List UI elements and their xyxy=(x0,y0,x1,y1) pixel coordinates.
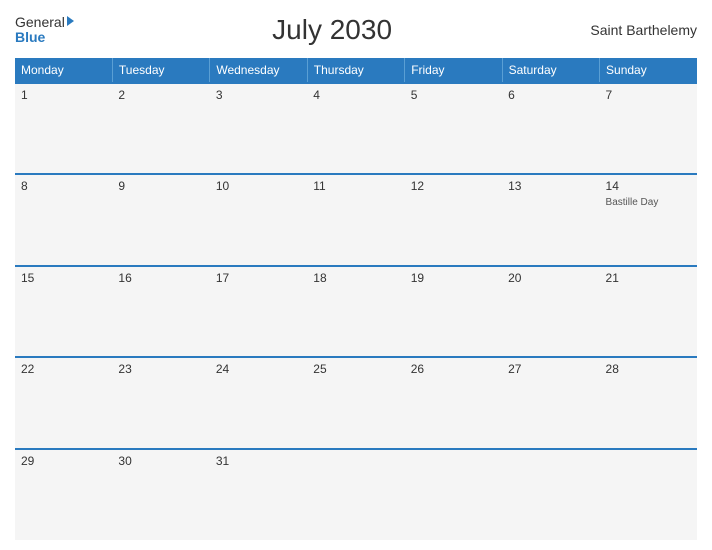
calendar-cell: 13 xyxy=(502,174,599,265)
day-number: 2 xyxy=(118,88,203,102)
calendar-region: Saint Barthelemy xyxy=(590,22,697,38)
day-number: 17 xyxy=(216,271,301,285)
calendar-week-row: 1234567 xyxy=(15,83,697,174)
calendar-container: General Blue July 2030 Saint Barthelemy … xyxy=(0,0,712,550)
calendar-body: 1234567891011121314Bastille Day151617181… xyxy=(15,83,697,540)
calendar-cell: 20 xyxy=(502,266,599,357)
calendar-cell: 21 xyxy=(600,266,697,357)
calendar-cell: 15 xyxy=(15,266,112,357)
day-number: 25 xyxy=(313,362,398,376)
logo-general-text: General xyxy=(15,15,65,30)
day-number: 21 xyxy=(606,271,691,285)
event-label: Bastille Day xyxy=(606,196,691,209)
calendar-cell: 29 xyxy=(15,449,112,540)
calendar-header: General Blue July 2030 Saint Barthelemy xyxy=(15,10,697,50)
day-number: 13 xyxy=(508,179,593,193)
day-number: 19 xyxy=(411,271,496,285)
calendar-cell: 24 xyxy=(210,357,307,448)
calendar-week-row: 22 23 24 25 26 27 28 xyxy=(15,357,697,448)
calendar-cell: 26 xyxy=(405,357,502,448)
weekday-header-monday: Monday xyxy=(15,58,112,83)
weekday-header-sunday: Sunday xyxy=(600,58,697,83)
day-number: 11 xyxy=(313,179,398,193)
day-number: 5 xyxy=(411,88,496,102)
calendar-cell: 4 xyxy=(307,83,404,174)
calendar-week-row: 15 16 17 18 19 20 21 xyxy=(15,266,697,357)
calendar-title: July 2030 xyxy=(74,14,591,46)
calendar-cell: 19 xyxy=(405,266,502,357)
day-number: 24 xyxy=(216,362,301,376)
calendar-cell xyxy=(307,449,404,540)
day-number: 12 xyxy=(411,179,496,193)
calendar-cell: 11 xyxy=(307,174,404,265)
calendar-cell: 30 xyxy=(112,449,209,540)
day-number: 28 xyxy=(606,362,691,376)
day-number: 8 xyxy=(21,179,106,193)
day-number: 4 xyxy=(313,88,398,102)
calendar-cell: 1 xyxy=(15,83,112,174)
calendar-cell: 10 xyxy=(210,174,307,265)
day-number: 10 xyxy=(216,179,301,193)
calendar-cell: 6 xyxy=(502,83,599,174)
logo: General Blue xyxy=(15,15,74,46)
day-number: 31 xyxy=(216,454,301,468)
weekday-header-wednesday: Wednesday xyxy=(210,58,307,83)
day-number: 29 xyxy=(21,454,106,468)
weekday-header-row: MondayTuesdayWednesdayThursdayFridaySatu… xyxy=(15,58,697,83)
day-number: 3 xyxy=(216,88,301,102)
calendar-cell: 9 xyxy=(112,174,209,265)
calendar-cell: 17 xyxy=(210,266,307,357)
day-number: 27 xyxy=(508,362,593,376)
day-number: 20 xyxy=(508,271,593,285)
day-number: 7 xyxy=(606,88,691,102)
calendar-cell: 28 xyxy=(600,357,697,448)
logo-triangle-icon xyxy=(67,16,74,26)
day-number: 23 xyxy=(118,362,203,376)
calendar-cell: 16 xyxy=(112,266,209,357)
calendar-week-row: 29 30 31 xyxy=(15,449,697,540)
calendar-cell xyxy=(600,449,697,540)
day-number: 1 xyxy=(21,88,106,102)
calendar-cell xyxy=(405,449,502,540)
calendar-cell: 18 xyxy=(307,266,404,357)
logo-blue-text: Blue xyxy=(15,30,45,45)
calendar-cell: 25 xyxy=(307,357,404,448)
calendar-cell: 23 xyxy=(112,357,209,448)
weekday-header-tuesday: Tuesday xyxy=(112,58,209,83)
calendar-cell: 31 xyxy=(210,449,307,540)
day-number: 16 xyxy=(118,271,203,285)
day-number: 9 xyxy=(118,179,203,193)
calendar-cell: 27 xyxy=(502,357,599,448)
calendar-cell: 22 xyxy=(15,357,112,448)
calendar-cell: 8 xyxy=(15,174,112,265)
day-number: 14 xyxy=(606,179,691,193)
calendar-cell xyxy=(502,449,599,540)
calendar-cell: 5 xyxy=(405,83,502,174)
calendar-cell: 14 Bastille Day xyxy=(600,174,697,265)
calendar-table: MondayTuesdayWednesdayThursdayFridaySatu… xyxy=(15,58,697,540)
weekday-header-thursday: Thursday xyxy=(307,58,404,83)
calendar-cell: 3 xyxy=(210,83,307,174)
weekday-header-saturday: Saturday xyxy=(502,58,599,83)
day-number: 22 xyxy=(21,362,106,376)
weekday-header-friday: Friday xyxy=(405,58,502,83)
day-number: 6 xyxy=(508,88,593,102)
day-number: 30 xyxy=(118,454,203,468)
day-number: 26 xyxy=(411,362,496,376)
calendar-cell: 12 xyxy=(405,174,502,265)
day-number: 18 xyxy=(313,271,398,285)
day-number: 15 xyxy=(21,271,106,285)
calendar-cell: 2 xyxy=(112,83,209,174)
calendar-week-row: 89 10 11 12 13 14 Bastille Day xyxy=(15,174,697,265)
calendar-cell: 7 xyxy=(600,83,697,174)
